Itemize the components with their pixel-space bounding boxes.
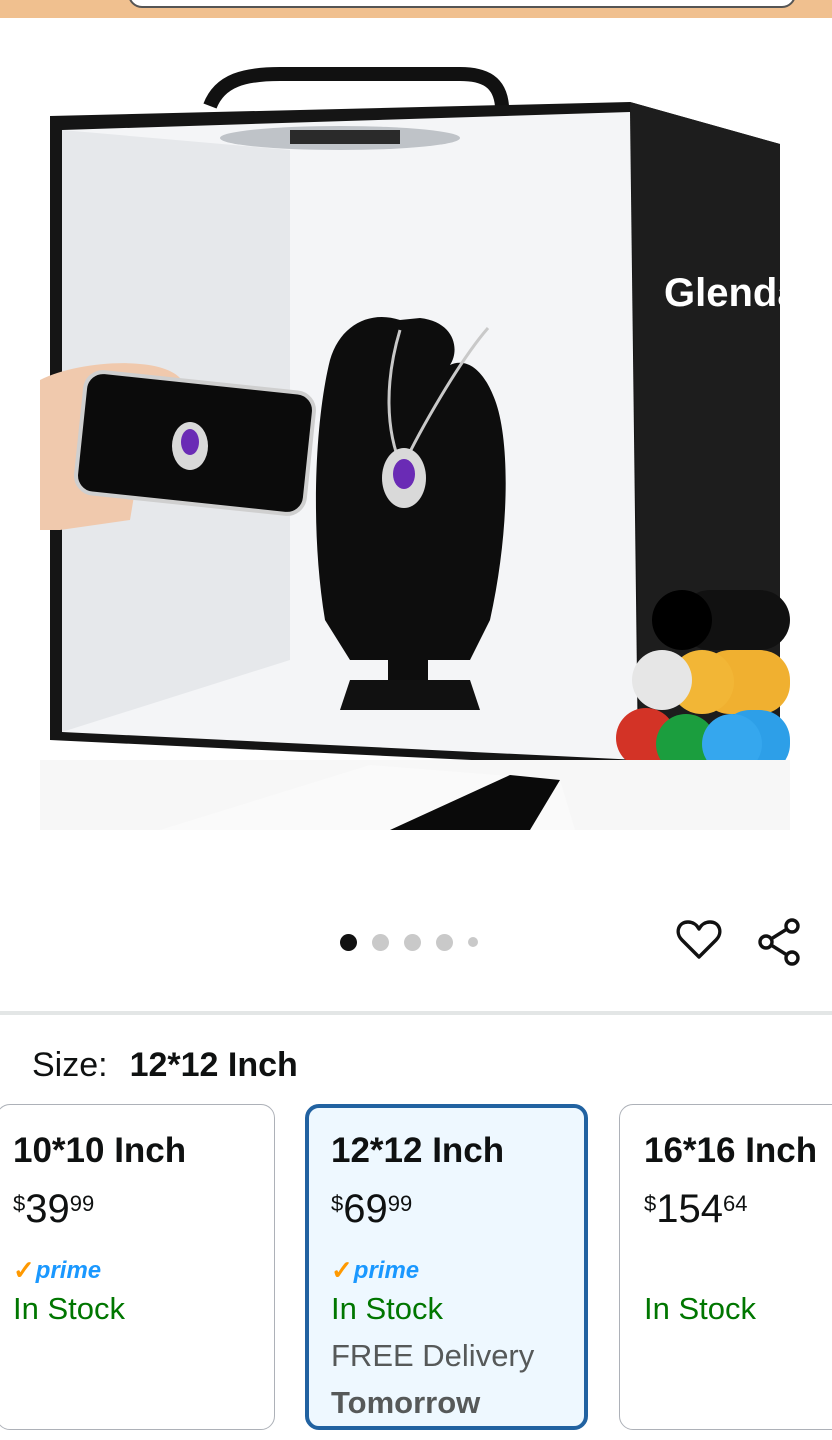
availability-text: In Stock	[331, 1291, 443, 1326]
option-size: 10*10 Inch	[13, 1131, 187, 1170]
prime-badge: ✓ prime	[13, 1255, 102, 1285]
search-input[interactable]	[128, 0, 796, 8]
delivery-day-text: Tomorrow	[331, 1385, 481, 1420]
size-selector-header: Size: 12*12 Inch	[32, 1043, 298, 1087]
carousel-dot[interactable]	[404, 933, 421, 951]
section-divider	[0, 1011, 832, 1015]
brand-logo: Glendan	[664, 271, 790, 315]
availability-text: In Stock	[644, 1291, 756, 1326]
carousel-dot[interactable]	[436, 933, 453, 951]
share-button[interactable]	[756, 917, 802, 967]
heart-outline-icon	[676, 920, 722, 959]
prime-check-icon: ✓	[13, 1255, 35, 1285]
size-option-16x16[interactable]: 16*16 Inch $ 154 64 In Stock	[619, 1104, 832, 1430]
wishlist-button[interactable]	[676, 917, 722, 963]
size-label: Size:	[32, 1046, 108, 1084]
option-price: $ 154 64	[644, 1187, 748, 1231]
header-bar	[0, 0, 832, 18]
prime-check-icon: ✓	[331, 1255, 353, 1285]
image-carousel-indicator[interactable]	[340, 933, 478, 951]
carousel-dot[interactable]	[372, 933, 389, 951]
share-icon	[758, 918, 800, 966]
selected-size-value: 12*12 Inch	[129, 1046, 298, 1084]
option-price: $ 39 99	[13, 1187, 95, 1231]
option-price: $ 69 99	[331, 1187, 413, 1231]
carousel-dot[interactable]	[468, 937, 478, 947]
availability-text: In Stock	[13, 1291, 125, 1326]
size-option-12x12[interactable]: 12*12 Inch $ 69 99 ✓ prime In Stock FREE…	[305, 1104, 588, 1430]
product-image[interactable]: Glendan	[40, 60, 790, 830]
option-size: 12*12 Inch	[331, 1131, 505, 1170]
carousel-dot[interactable]	[340, 933, 357, 951]
size-option-10x10[interactable]: 10*10 Inch $ 39 99 ✓ prime In Stock	[0, 1104, 275, 1430]
option-size: 16*16 Inch	[644, 1131, 818, 1170]
delivery-text: FREE Delivery	[331, 1338, 535, 1373]
prime-badge: ✓ prime	[331, 1255, 420, 1285]
